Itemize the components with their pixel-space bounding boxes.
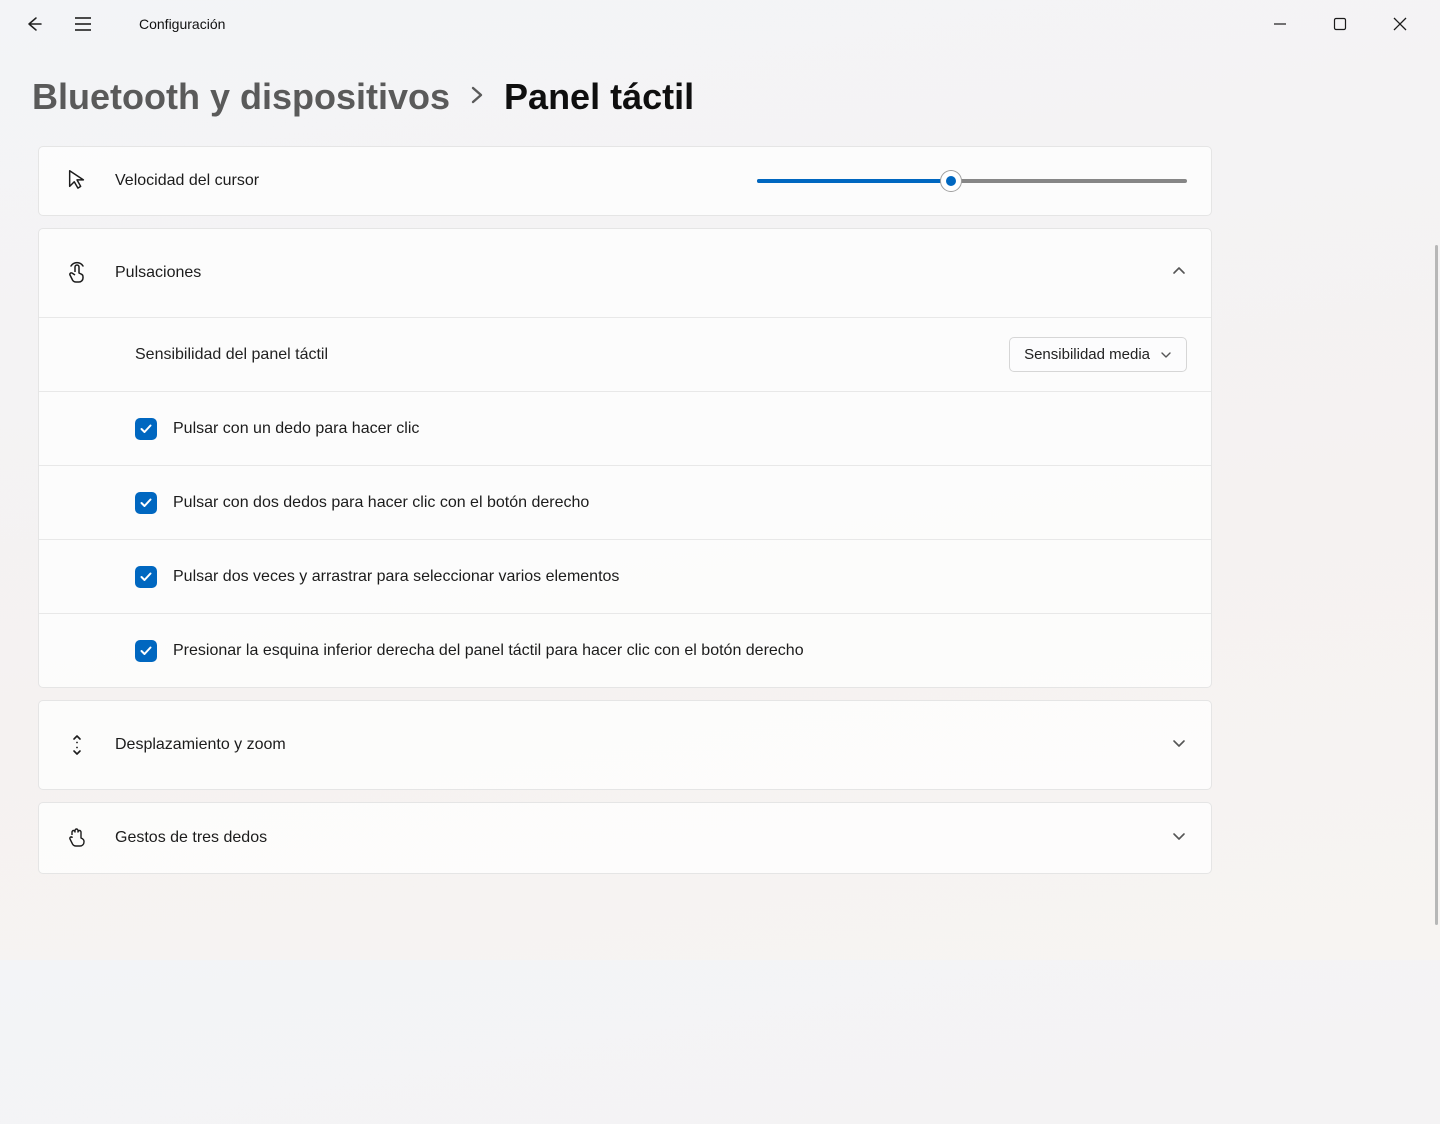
checkbox-checked[interactable]: [135, 492, 157, 514]
chevron-up-icon: [1171, 263, 1187, 284]
taps-group: Pulsaciones Sensibilidad del panel tácti…: [38, 228, 1212, 688]
vertical-scrollbar[interactable]: [1435, 245, 1438, 925]
tap-option-row[interactable]: Pulsar con dos dedos para hacer clic con…: [39, 465, 1211, 539]
scroll-zoom-label: Desplazamiento y zoom: [115, 736, 1171, 754]
breadcrumb: Bluetooth y dispositivos Panel táctil: [0, 48, 1232, 126]
close-button[interactable]: [1388, 12, 1412, 36]
breadcrumb-parent[interactable]: Bluetooth y dispositivos: [32, 76, 450, 118]
tap-option-label: Pulsar con un dedo para hacer clic: [173, 420, 419, 438]
tap-option-row[interactable]: Pulsar con un dedo para hacer clic: [39, 391, 1211, 465]
minimize-button[interactable]: [1268, 12, 1292, 36]
sensitivity-value: Sensibilidad media: [1024, 346, 1150, 363]
cursor-speed-card: Velocidad del cursor: [38, 146, 1212, 216]
scroll-zoom-group: Desplazamiento y zoom: [38, 700, 1212, 790]
tap-icon: [63, 253, 91, 293]
three-finger-header[interactable]: Gestos de tres dedos: [39, 803, 1211, 873]
scroll-icon: [63, 725, 91, 765]
hamburger-menu-icon[interactable]: [71, 12, 95, 36]
back-button[interactable]: [22, 12, 46, 36]
scroll-zoom-header[interactable]: Desplazamiento y zoom: [39, 701, 1211, 789]
chevron-down-icon: [1171, 735, 1187, 756]
three-finger-group: Gestos de tres dedos: [38, 802, 1212, 874]
cursor-speed-label: Velocidad del cursor: [115, 172, 757, 190]
window-controls: [1268, 0, 1440, 48]
breadcrumb-separator-icon: [470, 84, 484, 112]
three-finger-icon: [63, 818, 91, 858]
title-bar: Configuración: [0, 0, 1232, 48]
app-title: Configuración: [139, 16, 225, 32]
sensitivity-row: Sensibilidad del panel táctil Sensibilid…: [39, 317, 1211, 391]
maximize-button[interactable]: [1328, 12, 1352, 36]
tap-option-label: Pulsar dos veces y arrastrar para selecc…: [173, 568, 619, 586]
chevron-down-icon: [1171, 828, 1187, 849]
sensitivity-label: Sensibilidad del panel táctil: [135, 346, 1009, 364]
cursor-speed-slider[interactable]: [757, 179, 1187, 183]
tap-option-row[interactable]: Pulsar dos veces y arrastrar para selecc…: [39, 539, 1211, 613]
chevron-down-icon: [1160, 349, 1172, 361]
tap-option-label: Pulsar con dos dedos para hacer clic con…: [173, 494, 589, 512]
sensitivity-select[interactable]: Sensibilidad media: [1009, 337, 1187, 372]
breadcrumb-current: Panel táctil: [504, 76, 694, 118]
checkbox-checked[interactable]: [135, 640, 157, 662]
taps-header[interactable]: Pulsaciones: [39, 229, 1211, 317]
checkbox-checked[interactable]: [135, 566, 157, 588]
tap-option-row[interactable]: Presionar la esquina inferior derecha de…: [39, 613, 1211, 687]
taps-header-label: Pulsaciones: [115, 264, 1171, 282]
three-finger-label: Gestos de tres dedos: [115, 829, 1171, 847]
tap-option-label: Presionar la esquina inferior derecha de…: [173, 642, 804, 660]
cursor-icon: [63, 159, 91, 199]
checkbox-checked[interactable]: [135, 418, 157, 440]
